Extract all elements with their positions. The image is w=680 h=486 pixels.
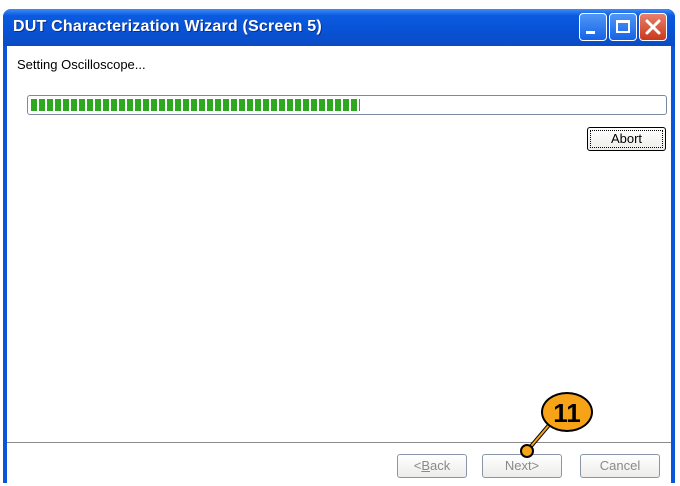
step-callout-badge: 11 bbox=[541, 392, 593, 432]
